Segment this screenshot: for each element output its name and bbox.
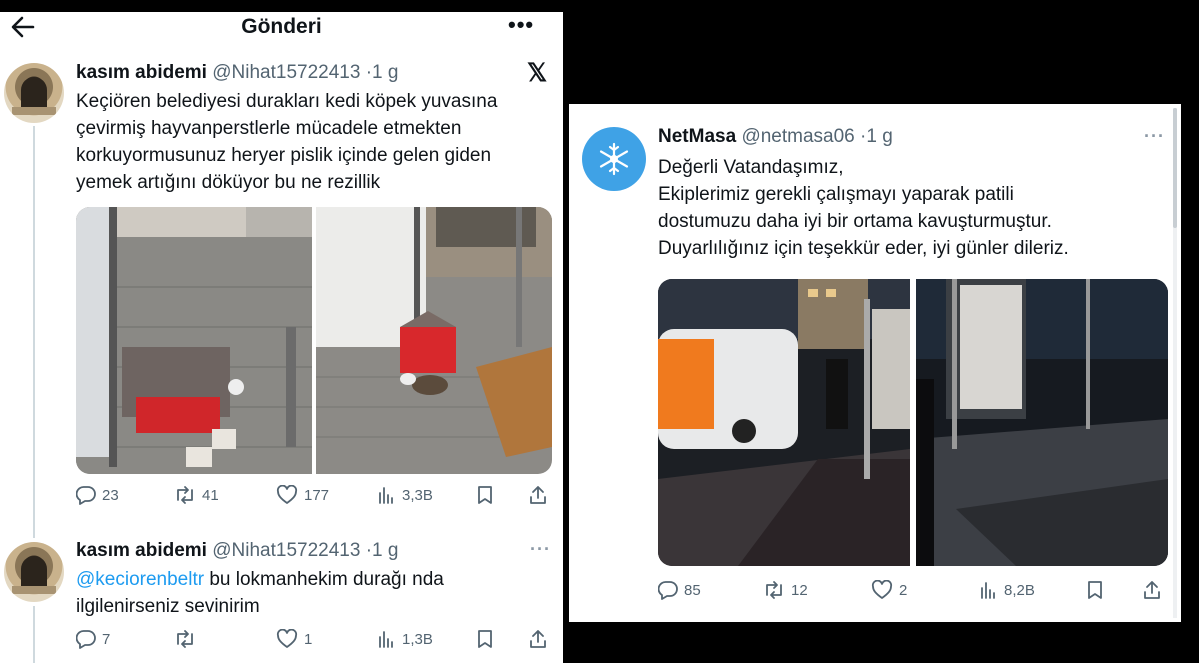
post-time[interactable]: ·1 g [366, 62, 399, 83]
repost-icon [177, 630, 193, 648]
tweet-actions: 85 12 2 8,2B [658, 580, 1168, 604]
views-count: 3,3B [402, 486, 433, 504]
tweet-media[interactable] [658, 279, 1168, 566]
tweet-header: kasım abidemi @Nihat15722413 ·1 g [76, 540, 398, 562]
views-icon [981, 582, 995, 599]
tweet-text-line: korkuyormusunuz heryer pislik içinde gel… [76, 145, 492, 166]
tweet-text: @keciorenbeltr bu lokmanhekim durağı nda… [76, 566, 444, 620]
heart-icon [276, 629, 298, 648]
tweet-text-fragment: bu lokmanhekim durağı nda [204, 569, 444, 590]
views-button[interactable]: 3,3B [378, 485, 433, 505]
tweet-text-line: Duyarlılığınız için teşekkür eder, iyi g… [658, 238, 1069, 259]
reply-icon [658, 581, 678, 600]
tweet-actions: 23 41 177 3,3B [76, 485, 556, 509]
views-button[interactable]: 8,2B [980, 580, 1035, 600]
tweet-text: Keçiören belediyesi durakları kedi köpek… [76, 88, 497, 196]
thread-line [33, 126, 35, 538]
like-button[interactable]: 1 [276, 629, 312, 649]
share-icon [1144, 581, 1160, 599]
views-button[interactable]: 1,3B [378, 629, 433, 649]
share-button[interactable] [528, 629, 548, 649]
like-count: 177 [304, 486, 330, 504]
top-bar: Gönderi ••• [0, 12, 563, 42]
bus-stop-cat-house-photo[interactable] [76, 207, 312, 474]
reply-count: 85 [684, 581, 701, 599]
views-count: 8,2B [1004, 581, 1035, 599]
post-time[interactable]: ·1 g [366, 540, 399, 561]
tweet-text-line: Ekiplerimiz gerekli çalışmayı yaparak pa… [658, 184, 1014, 205]
views-icon [379, 631, 393, 648]
reply-button[interactable]: 85 [658, 580, 701, 600]
avatar[interactable] [4, 542, 64, 602]
more-dots-icon[interactable]: ··· [530, 539, 551, 560]
post-time[interactable]: ·1 g [860, 126, 893, 147]
user-handle[interactable]: @Nihat15722413 [212, 62, 360, 83]
bookmark-button[interactable] [476, 485, 494, 505]
tweet-text-line: Değerli Vatandaşımız, [658, 157, 844, 178]
avatar[interactable] [582, 127, 646, 191]
repost-button[interactable] [174, 629, 202, 649]
tweet-actions: 7 1 1,3B [76, 629, 556, 653]
reply-icon [76, 486, 96, 505]
tweet-text: Değerli Vatandaşımız, Ekiplerimiz gerekl… [658, 154, 1069, 262]
snowflake-logo-icon [599, 142, 629, 176]
night-street-van-photo[interactable] [658, 279, 910, 566]
x-logo-icon: 𝕏 [527, 59, 548, 87]
repost-button[interactable]: 12 [763, 580, 808, 600]
user-handle[interactable]: @Nihat15722413 [212, 540, 360, 561]
share-icon [530, 630, 546, 648]
page-title: Gönderi [241, 15, 322, 38]
like-count: 1 [304, 630, 313, 648]
reply-button[interactable]: 23 [76, 485, 119, 505]
right-post-panel: NetMasa @netmasa06 ·1 g ··· Değerli Vata… [569, 104, 1181, 622]
thread-line [33, 606, 35, 663]
bookmark-icon [478, 486, 492, 504]
tweet-text-line: Keçiören belediyesi durakları kedi köpek… [76, 91, 498, 112]
display-name[interactable]: NetMasa [658, 126, 736, 147]
scrollbar-thumb[interactable] [1173, 108, 1177, 228]
share-button[interactable] [1142, 580, 1162, 600]
tweet-text-line: çevirmiş hayvanperstlerle mücadele etmek… [76, 118, 462, 139]
display-name[interactable]: kasım abidemi [76, 540, 207, 561]
repost-icon [766, 581, 782, 599]
left-post-panel: Gönderi ••• kasım abidemi @Nihat15722413… [0, 12, 563, 663]
share-button[interactable] [528, 485, 548, 505]
repost-count: 41 [202, 486, 219, 504]
bookmark-icon [478, 630, 492, 648]
like-count: 2 [899, 581, 908, 599]
views-icon [379, 487, 393, 504]
more-dots-icon[interactable]: ··· [1144, 126, 1165, 147]
display-name[interactable]: kasım abidemi [76, 62, 207, 83]
reply-button[interactable]: 7 [76, 629, 110, 649]
tweet-text-line: ilgilenirseniz sevinirim [76, 596, 260, 617]
bookmark-button[interactable] [476, 629, 494, 649]
bus-stop-cat-photo[interactable] [316, 207, 552, 474]
reply-count: 7 [102, 630, 111, 648]
tweet-header: NetMasa @netmasa06 ·1 g [658, 126, 893, 148]
share-icon [530, 486, 546, 504]
repost-icon [177, 486, 193, 504]
avatar[interactable] [4, 63, 64, 123]
bookmark-button[interactable] [1086, 580, 1104, 600]
heart-icon [276, 485, 298, 504]
like-button[interactable]: 2 [871, 580, 907, 600]
bookmark-icon [1088, 581, 1102, 599]
views-count: 1,3B [402, 630, 433, 648]
like-button[interactable]: 177 [276, 485, 329, 505]
scrollbar[interactable] [1173, 108, 1177, 618]
empty-bus-stop-photo[interactable] [916, 279, 1168, 566]
repost-button[interactable]: 41 [174, 485, 219, 505]
user-handle[interactable]: @netmasa06 [741, 126, 854, 147]
reply-icon [76, 630, 96, 649]
heart-icon [871, 580, 893, 599]
reply-count: 23 [102, 486, 119, 504]
tweet-text-line: @keciorenbeltr bu lokmanhekim durağı nda [76, 566, 444, 593]
tweet-text-line: yemek artığını döküyor bu ne rezillik [76, 172, 381, 193]
mention-link[interactable]: @keciorenbeltr [76, 569, 204, 590]
tweet-text-line: dostumuzu daha iyi bir ortama kavuşturmu… [658, 211, 1052, 232]
repost-count: 12 [791, 581, 808, 599]
tweet-header: kasım abidemi @Nihat15722413 ·1 g [76, 62, 398, 84]
tweet-media[interactable] [76, 207, 552, 474]
more-dots-icon[interactable]: ••• [508, 12, 534, 38]
